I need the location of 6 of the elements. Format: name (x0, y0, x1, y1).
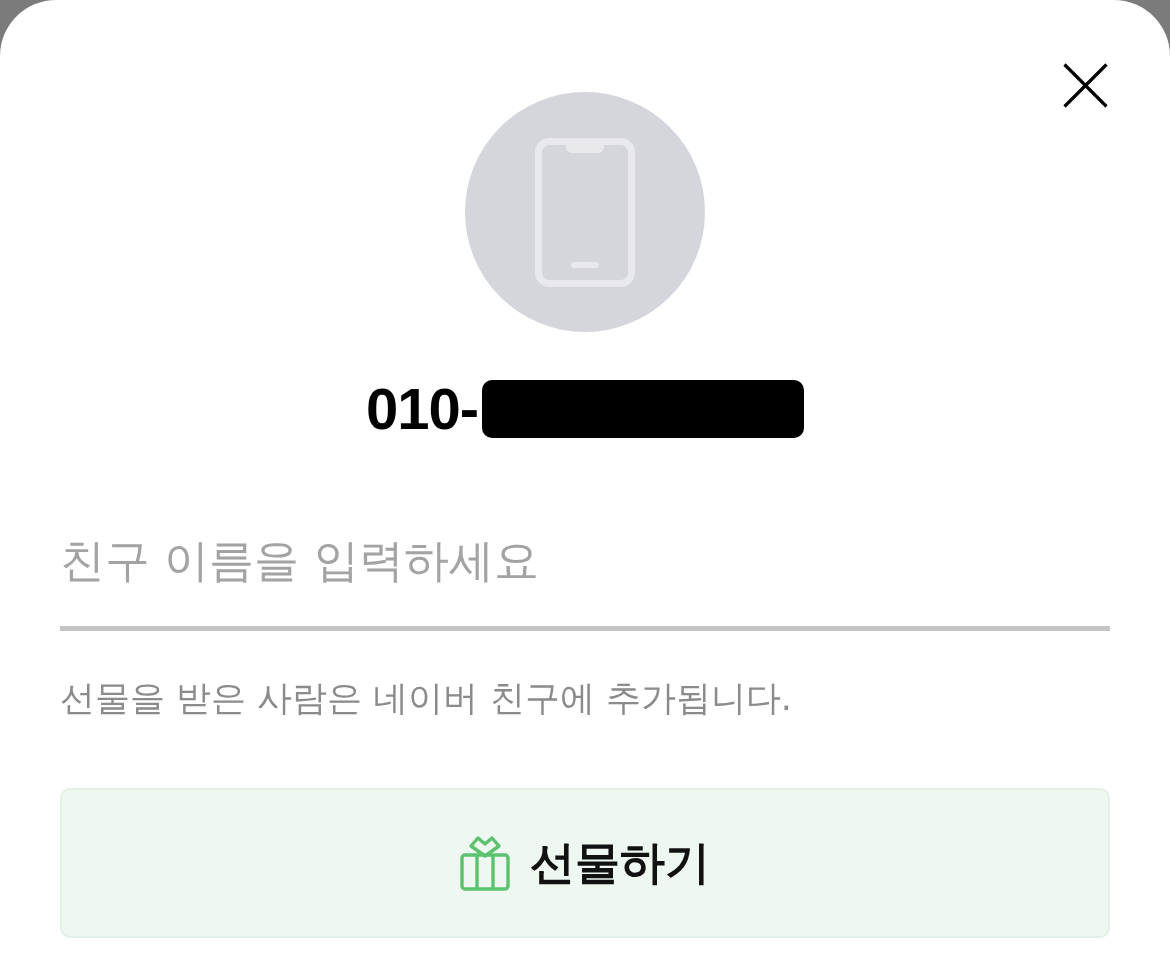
notice-text: 선물을 받은 사람은 네이버 친구에 추가됩니다. (60, 677, 792, 720)
gift-button[interactable]: 선물하기 (60, 788, 1110, 938)
close-icon (1063, 63, 1108, 108)
gift-icon (460, 835, 510, 891)
name-input-field[interactable]: 친구 이름을 입력하세요 (60, 533, 1110, 631)
phone-number: 010- (365, 380, 479, 438)
